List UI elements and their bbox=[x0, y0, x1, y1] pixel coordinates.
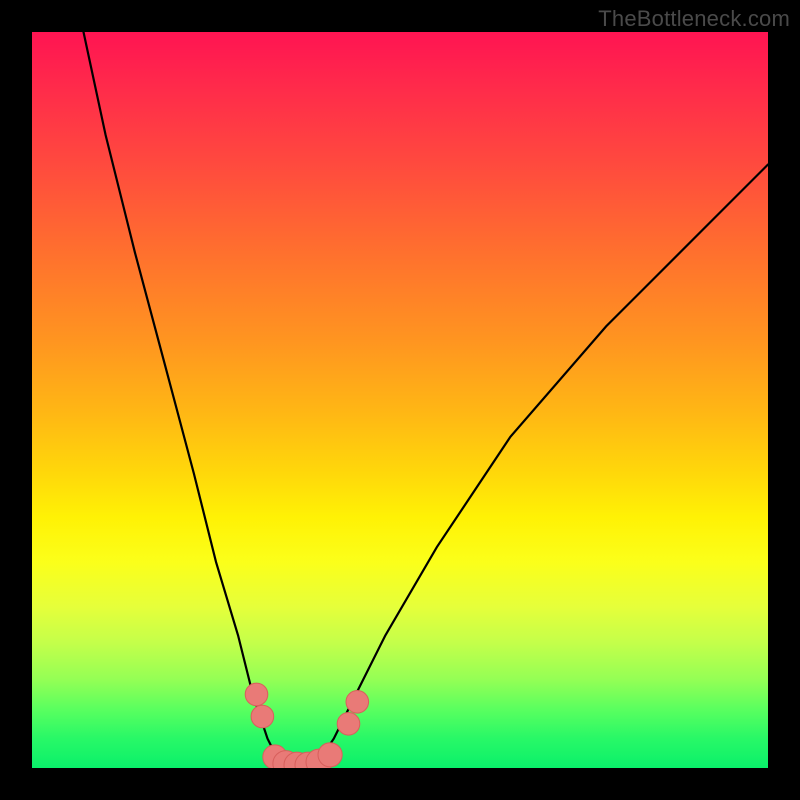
bottleneck-curve-svg bbox=[32, 32, 768, 768]
curve-marker bbox=[251, 705, 274, 728]
curve-markers bbox=[245, 683, 368, 768]
curve-marker bbox=[346, 691, 369, 714]
curve-marker bbox=[337, 713, 360, 736]
watermark-text: TheBottleneck.com bbox=[598, 6, 790, 32]
curve-marker bbox=[245, 683, 268, 706]
plot-area bbox=[32, 32, 768, 768]
bottleneck-curve bbox=[84, 32, 769, 768]
curve-marker bbox=[318, 743, 342, 767]
chart-frame: TheBottleneck.com bbox=[0, 0, 800, 800]
